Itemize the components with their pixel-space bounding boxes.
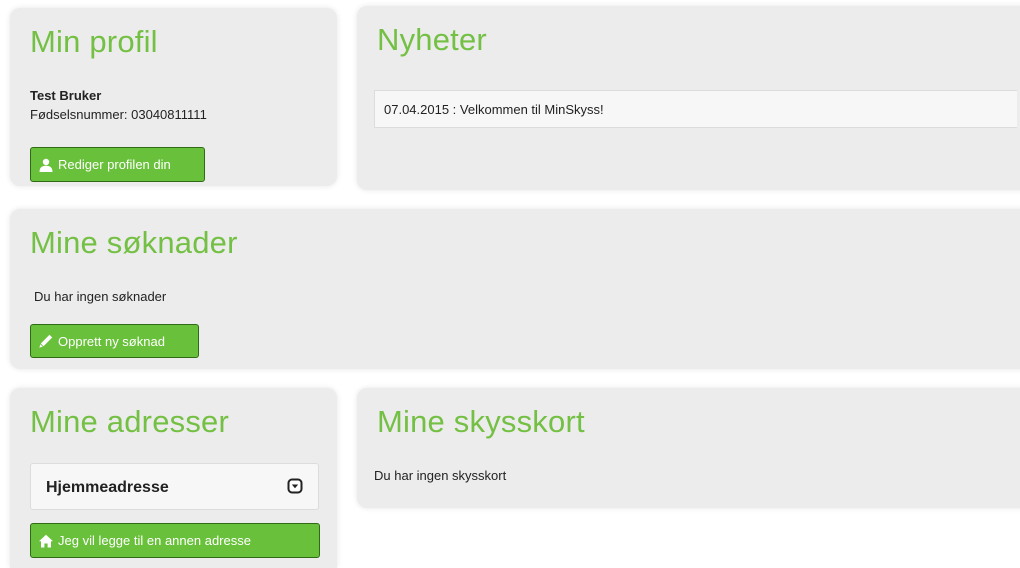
news-item: 07.04.2015 : Velkommen til MinSkyss! xyxy=(374,90,1017,128)
chevron-down-icon[interactable] xyxy=(287,478,303,494)
new-application-button[interactable]: Opprett ny søknad xyxy=(30,324,199,358)
addresses-title: Mine adresser xyxy=(30,404,230,439)
pencil-icon xyxy=(39,334,53,348)
address-label: Hjemmeadresse xyxy=(46,479,169,496)
edit-profile-label: Rediger profilen din xyxy=(58,157,171,172)
news-panel: Nyheter 07.04.2015 : Velkommen til MinSk… xyxy=(357,6,1020,190)
profile-ssn: Fødselsnummer: 03040811111 xyxy=(30,107,207,122)
addresses-panel: Mine adresser Hjemmeadresse Jeg vil legg… xyxy=(10,388,337,568)
applications-title: Mine søknader xyxy=(30,225,238,260)
profile-name: Test Bruker xyxy=(30,88,102,103)
add-address-label: Jeg vil legge til en annen adresse xyxy=(58,533,251,548)
travelcards-empty-text: Du har ingen skysskort xyxy=(374,468,507,483)
applications-panel: Mine søknader Du har ingen søknader Oppr… xyxy=(10,209,1020,369)
profile-panel: Min profil Test Bruker Fødselsnummer: 03… xyxy=(10,8,337,186)
new-application-label: Opprett ny søknad xyxy=(58,333,165,349)
news-title: Nyheter xyxy=(377,22,487,57)
edit-profile-button[interactable]: Rediger profilen din xyxy=(30,147,205,182)
profile-title: Min profil xyxy=(30,24,158,59)
address-item-home[interactable]: Hjemmeadresse xyxy=(30,463,319,510)
user-icon xyxy=(39,158,53,172)
add-address-button[interactable]: Jeg vil legge til en annen adresse xyxy=(30,523,320,558)
travelcards-title: Mine skysskort xyxy=(377,404,585,439)
home-icon xyxy=(39,534,53,547)
travelcards-panel: Mine skysskort Du har ingen skysskort xyxy=(357,388,1020,508)
applications-empty-text: Du har ingen søknader xyxy=(34,289,167,304)
